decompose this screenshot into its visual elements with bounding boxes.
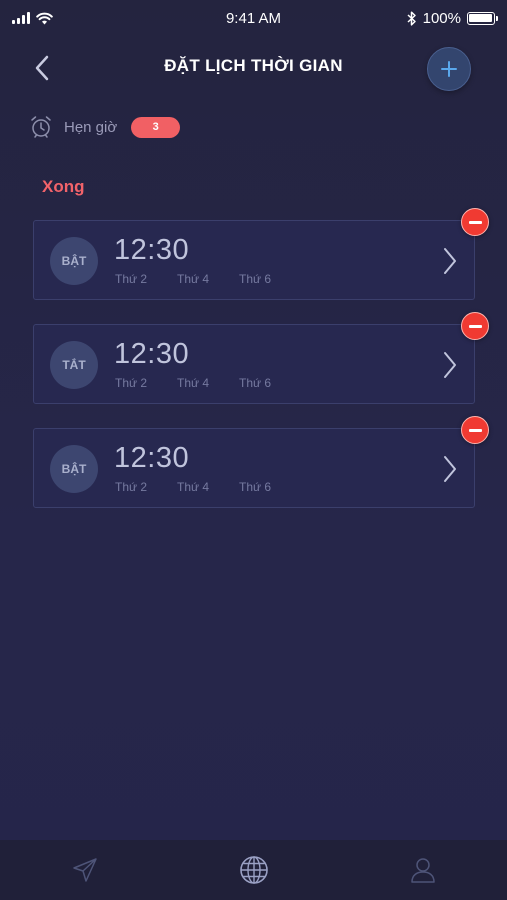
toggle-button[interactable]: TẮT <box>50 341 98 389</box>
status-left <box>12 12 132 25</box>
delete-button[interactable] <box>461 416 489 444</box>
minus-icon <box>468 220 482 224</box>
day-label: Thứ 6 <box>239 272 272 286</box>
toggle-button[interactable]: BẬT <box>50 237 98 285</box>
tab-bar <box>0 840 507 900</box>
chevron-right-icon[interactable] <box>438 350 462 380</box>
wifi-icon <box>36 12 53 24</box>
timer-label: Hẹn giờ <box>64 118 118 136</box>
day-label: Thứ 4 <box>177 376 210 390</box>
schedule-card[interactable]: BẬT 12:30 Thứ 2 Thứ 4 Thứ 6 <box>33 220 475 300</box>
user-icon <box>410 858 435 883</box>
day-label: Thứ 2 <box>115 376 148 390</box>
day-label: Thứ 6 <box>239 376 272 390</box>
schedule-days: Thứ 2 Thứ 4 Thứ 6 <box>115 272 301 286</box>
day-label: Thứ 2 <box>115 480 148 494</box>
chevron-right-icon[interactable] <box>438 454 462 484</box>
status-bar: 9:41 AM 100% <box>0 0 507 36</box>
schedule-time: 12:30 <box>114 442 190 474</box>
tab-globe[interactable] <box>169 840 338 900</box>
plus-icon <box>441 61 457 77</box>
status-right: 100% <box>375 9 498 27</box>
bluetooth-icon <box>407 10 416 26</box>
status-time: 9:41 AM <box>225 9 282 27</box>
minus-icon <box>468 428 482 432</box>
battery-icon <box>466 11 498 25</box>
delete-button[interactable] <box>461 208 489 236</box>
header: ĐẶT LỊCH THỜI GIAN <box>0 44 507 92</box>
schedule-days: Thứ 2 Thứ 4 Thứ 6 <box>115 480 301 494</box>
chevron-right-icon[interactable] <box>438 246 462 276</box>
schedule-days: Thứ 2 Thứ 4 Thứ 6 <box>115 376 301 390</box>
globe-icon <box>239 856 268 884</box>
send-icon <box>72 858 97 882</box>
signal-icon <box>12 12 30 24</box>
minus-icon <box>468 324 482 328</box>
tab-profile[interactable] <box>338 840 507 900</box>
alarm-clock-icon <box>31 116 51 138</box>
add-schedule-button[interactable] <box>427 47 471 91</box>
day-label: Thứ 6 <box>239 480 272 494</box>
day-label: Thứ 4 <box>177 272 210 286</box>
schedule-time: 12:30 <box>114 234 190 266</box>
timer-row: Hẹn giờ 3 <box>30 112 181 142</box>
schedule-card[interactable]: BẬT 12:30 Thứ 2 Thứ 4 Thứ 6 <box>33 428 475 508</box>
day-label: Thứ 2 <box>115 272 148 286</box>
schedule-time: 12:30 <box>114 338 190 370</box>
schedule-card[interactable]: TẮT 12:30 Thứ 2 Thứ 4 Thứ 6 <box>33 324 475 404</box>
battery-percent: 100% <box>422 9 461 27</box>
tab-send[interactable] <box>0 840 169 900</box>
toggle-button[interactable]: BẬT <box>50 445 98 493</box>
day-label: Thứ 4 <box>177 480 210 494</box>
delete-button[interactable] <box>461 312 489 340</box>
done-button[interactable]: Xong <box>42 177 85 197</box>
timer-count-badge: 3 <box>131 116 181 138</box>
